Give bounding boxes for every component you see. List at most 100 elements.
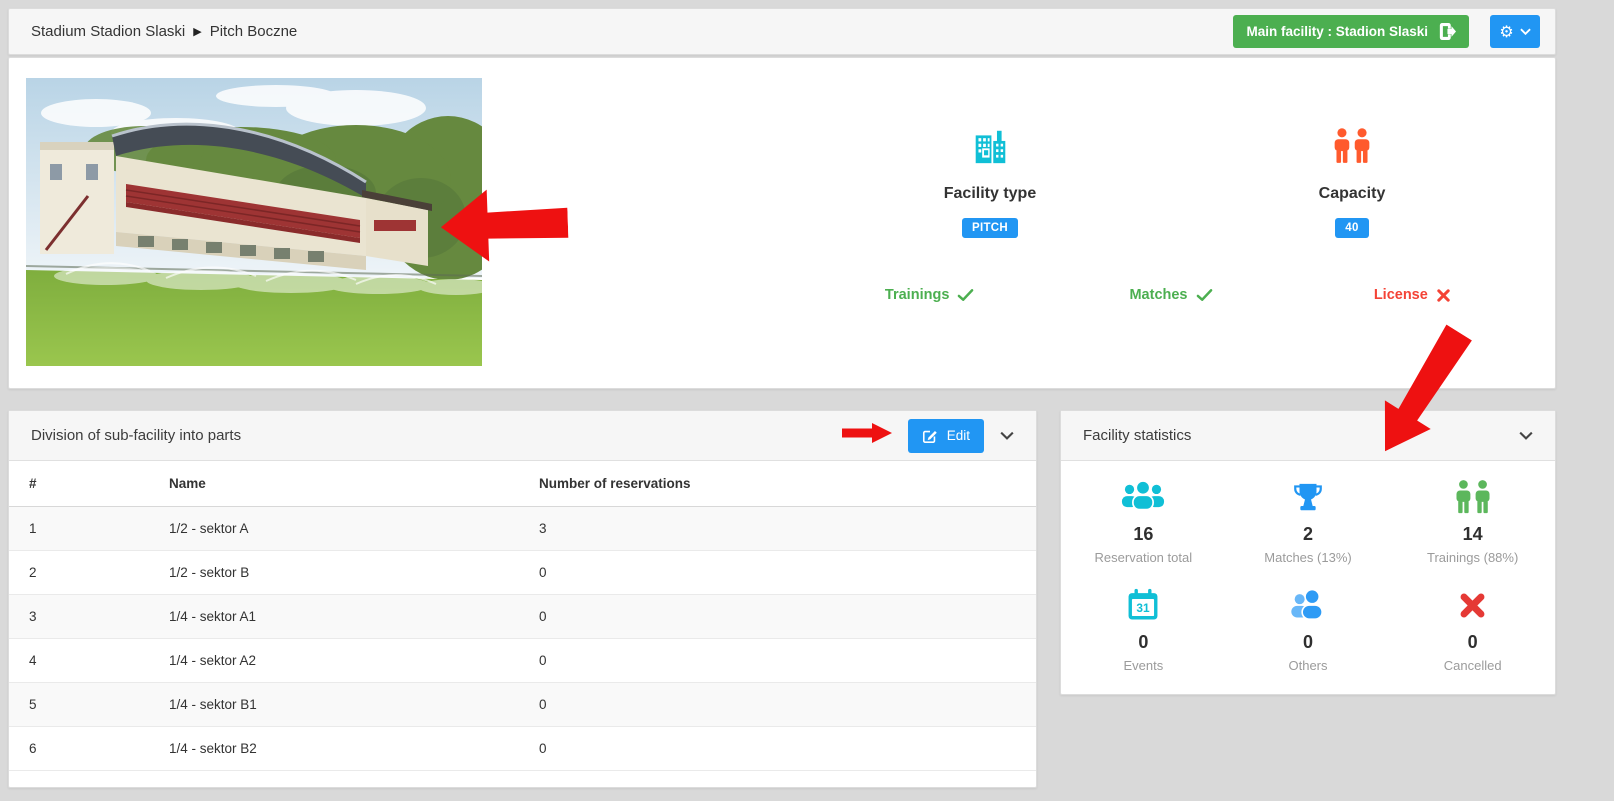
- flag-matches-label: Matches: [1129, 287, 1187, 303]
- cell-num: 2: [9, 550, 149, 594]
- breadcrumb-current: Pitch Boczne: [210, 23, 298, 40]
- annotation-arrow-edit: [842, 423, 892, 448]
- table-row[interactable]: 1 1/2 - sektor A 3: [9, 506, 1036, 550]
- stat-value: 0: [1468, 632, 1478, 653]
- facility-overview-panel: Facility type PITCH: [8, 57, 1556, 389]
- stat-events: 31 0 Events: [1061, 587, 1226, 673]
- division-panel: Division of sub-facility into parts Edit: [8, 410, 1037, 788]
- stat-trainings: 14 Trainings (88%): [1390, 479, 1555, 565]
- topbar-actions: Main facility : Stadion Slaski ⚙: [1233, 15, 1540, 48]
- sub-facility-table: # Name Number of reservations 1 1/2 - se…: [9, 461, 1036, 771]
- cell-name: 1/4 - sektor B1: [149, 682, 519, 726]
- cell-name: 1/4 - sektor B2: [149, 726, 519, 770]
- cell-num: 5: [9, 682, 149, 726]
- statistics-panel: Facility statistics 16 Reservation total: [1060, 410, 1556, 695]
- capacity-badge: 40: [1335, 218, 1368, 238]
- cell-name: 1/2 - sektor B: [149, 550, 519, 594]
- collapse-chevron-icon[interactable]: [1000, 431, 1014, 440]
- table-row[interactable]: 3 1/4 - sektor A1 0: [9, 594, 1036, 638]
- stat-value: 0: [1303, 632, 1313, 653]
- facility-type-label: Facility type: [944, 185, 1036, 203]
- edit-button[interactable]: Edit: [908, 419, 984, 453]
- main-facility-button-label: Main facility : Stadion Slaski: [1246, 24, 1428, 39]
- facility-type: Facility type PITCH: [809, 128, 1171, 238]
- flag-license-label: License: [1374, 287, 1428, 303]
- stat-value: 16: [1133, 524, 1153, 545]
- facility-type-badge: PITCH: [962, 218, 1018, 238]
- statistics-panel-header: Facility statistics: [1061, 411, 1555, 461]
- capacity: Capacity 40: [1171, 128, 1533, 238]
- calendar-icon: 31: [1126, 587, 1160, 623]
- division-panel-header: Division of sub-facility into parts Edit: [9, 411, 1036, 461]
- statistics-grid: 16 Reservation total 2 Matches (13%): [1061, 461, 1555, 673]
- top-bar: Stadium Stadion Slaski ▶ Pitch Boczne Ma…: [8, 8, 1556, 55]
- col-number: #: [9, 461, 149, 506]
- stat-matches: 2 Matches (13%): [1226, 479, 1391, 565]
- stat-value: 2: [1303, 524, 1313, 545]
- cell-reservations: 0: [519, 594, 1036, 638]
- table-row[interactable]: 5 1/4 - sektor B1 0: [9, 682, 1036, 726]
- table-row[interactable]: 4 1/4 - sektor A2 0: [9, 638, 1036, 682]
- cell-reservations: 0: [519, 550, 1036, 594]
- person-icon: [1288, 587, 1328, 623]
- main-facility-button[interactable]: Main facility : Stadion Slaski: [1233, 15, 1469, 48]
- collapse-chevron-icon[interactable]: [1519, 431, 1533, 440]
- cross-icon: [1458, 587, 1487, 623]
- cell-name: 1/4 - sektor A1: [149, 594, 519, 638]
- table-header-row: # Name Number of reservations: [9, 461, 1036, 506]
- gear-icon: ⚙: [1499, 24, 1513, 40]
- stat-label: Matches (13%): [1264, 550, 1351, 565]
- overview-attributes: Facility type PITCH: [809, 58, 1533, 388]
- flag-license: License: [1292, 287, 1533, 303]
- statistics-title: Facility statistics: [1083, 427, 1191, 444]
- chevron-down-icon: [1520, 28, 1531, 35]
- cell-reservations: 0: [519, 726, 1036, 770]
- flag-trainings-label: Trainings: [885, 287, 949, 303]
- settings-button[interactable]: ⚙: [1490, 15, 1540, 48]
- stat-value: 0: [1138, 632, 1148, 653]
- col-reservations: Number of reservations: [519, 461, 1036, 506]
- check-icon: [1196, 288, 1213, 302]
- buildings-icon: [972, 128, 1009, 170]
- edit-icon: [922, 428, 938, 444]
- stat-label: Reservation total: [1095, 550, 1193, 565]
- stat-reservation-total: 16 Reservation total: [1061, 479, 1226, 565]
- table-row[interactable]: 6 1/4 - sektor B2 0: [9, 726, 1036, 770]
- check-icon: [957, 288, 974, 302]
- flag-matches: Matches: [1050, 287, 1291, 303]
- table-row[interactable]: 2 1/2 - sektor B 0: [9, 550, 1036, 594]
- cross-icon: [1436, 288, 1451, 303]
- cell-num: 1: [9, 506, 149, 550]
- breadcrumb-separator-icon: ▶: [193, 25, 201, 38]
- stadium-photo-illustration: [26, 78, 482, 366]
- stat-cancelled: 0 Cancelled: [1390, 587, 1555, 673]
- cell-name: 1/4 - sektor A2: [149, 638, 519, 682]
- cell-reservations: 3: [519, 506, 1036, 550]
- edit-button-label: Edit: [947, 428, 970, 443]
- stat-label: Trainings (88%): [1427, 550, 1518, 565]
- stat-label: Events: [1123, 658, 1163, 673]
- group-icon: [1120, 479, 1166, 515]
- stat-value: 14: [1463, 524, 1483, 545]
- trophy-icon: [1291, 479, 1325, 515]
- two-people-icon: [1331, 128, 1373, 170]
- two-people-icon: [1453, 479, 1493, 515]
- cell-name: 1/2 - sektor A: [149, 506, 519, 550]
- exit-icon: [1437, 22, 1456, 41]
- svg-text:31: 31: [1137, 601, 1151, 615]
- breadcrumb: Stadium Stadion Slaski ▶ Pitch Boczne: [31, 23, 297, 40]
- capacity-label: Capacity: [1319, 185, 1386, 203]
- stat-others: 0 Others: [1226, 587, 1391, 673]
- stat-label: Others: [1288, 658, 1327, 673]
- cell-reservations: 0: [519, 682, 1036, 726]
- breadcrumb-parent[interactable]: Stadium Stadion Slaski: [31, 23, 185, 40]
- stat-label: Cancelled: [1444, 658, 1502, 673]
- cell-num: 4: [9, 638, 149, 682]
- cell-reservations: 0: [519, 638, 1036, 682]
- cell-num: 3: [9, 594, 149, 638]
- flag-trainings: Trainings: [809, 287, 1050, 303]
- facility-photo: [26, 78, 482, 366]
- cell-num: 6: [9, 726, 149, 770]
- col-name: Name: [149, 461, 519, 506]
- division-title: Division of sub-facility into parts: [31, 427, 241, 444]
